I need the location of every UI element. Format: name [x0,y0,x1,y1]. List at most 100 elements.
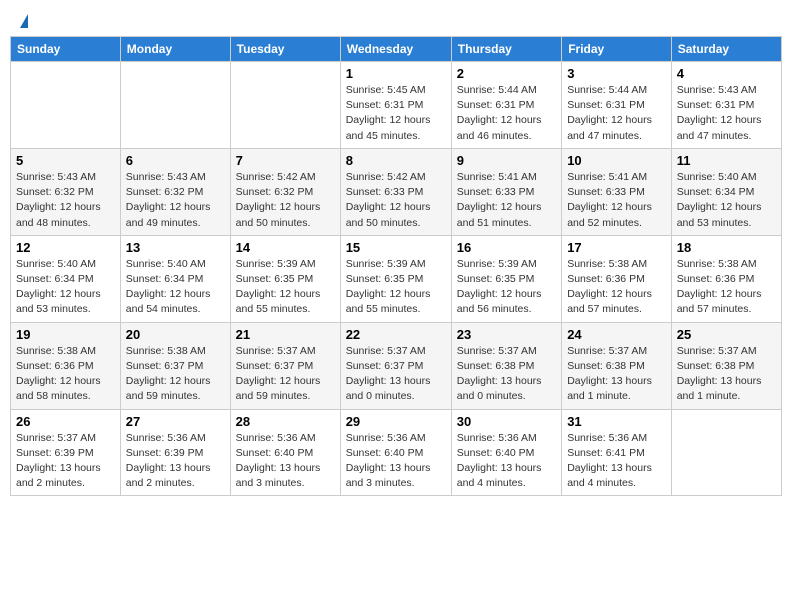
calendar-cell: 30Sunrise: 5:36 AM Sunset: 6:40 PM Dayli… [451,409,561,496]
day-number: 29 [346,414,446,429]
day-info: Sunrise: 5:36 AM Sunset: 6:40 PM Dayligh… [236,431,335,492]
day-number: 31 [567,414,666,429]
day-info: Sunrise: 5:38 AM Sunset: 6:36 PM Dayligh… [16,344,115,405]
calendar-cell: 13Sunrise: 5:40 AM Sunset: 6:34 PM Dayli… [120,235,230,322]
calendar-cell: 1Sunrise: 5:45 AM Sunset: 6:31 PM Daylig… [340,62,451,149]
day-info: Sunrise: 5:39 AM Sunset: 6:35 PM Dayligh… [346,257,446,318]
calendar-cell [11,62,121,149]
day-info: Sunrise: 5:44 AM Sunset: 6:31 PM Dayligh… [457,83,556,144]
day-number: 15 [346,240,446,255]
day-number: 23 [457,327,556,342]
calendar-week-row: 5 Sunrise: 5:43 AM Sunset: 6:32 PM Daylig… [11,148,782,235]
day-info: Sunrise: 5:37 AM Sunset: 6:37 PM Dayligh… [346,344,446,405]
calendar-week-row: 26Sunrise: 5:37 AM Sunset: 6:39 PM Dayli… [11,409,782,496]
day-info: Sunrise: 5:37 AM Sunset: 6:38 PM Dayligh… [457,344,556,405]
calendar-cell [671,409,781,496]
day-number: 1 [346,66,446,81]
col-header-wednesday: Wednesday [340,37,451,62]
calendar-cell: 12 Sunrise: 5:40 AM Sunset: 6:34 PM Dayli… [11,235,121,322]
calendar-cell: 4 Sunrise: 5:43 AM Sunset: 6:31 PM Daylig… [671,62,781,149]
calendar-cell: 29 Sunrise: 5:36 AM Sunset: 6:40 PM Dayli… [340,409,451,496]
calendar-cell: 24 Sunrise: 5:37 AM Sunset: 6:38 PM Dayli… [562,322,672,409]
day-info: Sunrise: 5:42 AM Sunset: 6:32 PM Dayligh… [236,170,335,231]
calendar-cell: 23 Sunrise: 5:37 AM Sunset: 6:38 PM Dayli… [451,322,561,409]
day-number: 28 [236,414,335,429]
calendar-cell: 25 Sunrise: 5:37 AM Sunset: 6:38 PM Dayli… [671,322,781,409]
day-info: Sunrise: 5:43 AM Sunset: 6:32 PM Dayligh… [126,170,225,231]
calendar-cell: 11 Sunrise: 5:40 AM Sunset: 6:34 PM Dayli… [671,148,781,235]
day-info: Sunrise: 5:37 AM Sunset: 6:37 PM Dayligh… [236,344,335,405]
day-number: 2 [457,66,556,81]
calendar-cell: 26Sunrise: 5:37 AM Sunset: 6:39 PM Dayli… [11,409,121,496]
day-number: 17 [567,240,666,255]
day-number: 18 [677,240,776,255]
col-header-sunday: Sunday [11,37,121,62]
day-number: 10 [567,153,666,168]
calendar-cell [120,62,230,149]
day-number: 25 [677,327,776,342]
calendar-cell: 3 Sunrise: 5:44 AM Sunset: 6:31 PM Daylig… [562,62,672,149]
calendar-week-row: 12 Sunrise: 5:40 AM Sunset: 6:34 PM Dayli… [11,235,782,322]
day-number: 21 [236,327,335,342]
day-number: 4 [677,66,776,81]
calendar-cell: 2 Sunrise: 5:44 AM Sunset: 6:31 PM Daylig… [451,62,561,149]
day-info: Sunrise: 5:40 AM Sunset: 6:34 PM Dayligh… [677,170,776,231]
day-info: Sunrise: 5:42 AM Sunset: 6:33 PM Dayligh… [346,170,446,231]
day-info: Sunrise: 5:43 AM Sunset: 6:32 PM Dayligh… [16,170,115,231]
calendar-cell: 27Sunrise: 5:36 AM Sunset: 6:39 PM Dayli… [120,409,230,496]
calendar-cell: 19 Sunrise: 5:38 AM Sunset: 6:36 PM Dayli… [11,322,121,409]
day-info: Sunrise: 5:38 AM Sunset: 6:37 PM Dayligh… [126,344,225,405]
day-info: Sunrise: 5:36 AM Sunset: 6:40 PM Dayligh… [457,431,556,492]
day-number: 22 [346,327,446,342]
page-header [10,10,782,28]
calendar-cell: 7 Sunrise: 5:42 AM Sunset: 6:32 PM Daylig… [230,148,340,235]
calendar-week-row: 19 Sunrise: 5:38 AM Sunset: 6:36 PM Dayli… [11,322,782,409]
day-number: 3 [567,66,666,81]
col-header-saturday: Saturday [671,37,781,62]
day-info: Sunrise: 5:37 AM Sunset: 6:38 PM Dayligh… [567,344,666,405]
day-number: 9 [457,153,556,168]
day-number: 16 [457,240,556,255]
day-number: 19 [16,327,115,342]
day-number: 24 [567,327,666,342]
day-info: Sunrise: 5:44 AM Sunset: 6:31 PM Dayligh… [567,83,666,144]
calendar-table: SundayMondayTuesdayWednesdayThursdayFrid… [10,36,782,496]
calendar-cell: 18 Sunrise: 5:38 AM Sunset: 6:36 PM Dayli… [671,235,781,322]
day-info: Sunrise: 5:40 AM Sunset: 6:34 PM Dayligh… [16,257,115,318]
calendar-cell: 20Sunrise: 5:38 AM Sunset: 6:37 PM Dayli… [120,322,230,409]
day-info: Sunrise: 5:37 AM Sunset: 6:38 PM Dayligh… [677,344,776,405]
day-info: Sunrise: 5:36 AM Sunset: 6:41 PM Dayligh… [567,431,666,492]
calendar-cell: 28 Sunrise: 5:36 AM Sunset: 6:40 PM Dayli… [230,409,340,496]
calendar-header-row: SundayMondayTuesdayWednesdayThursdayFrid… [11,37,782,62]
logo-triangle-icon [20,14,28,28]
calendar-cell: 21 Sunrise: 5:37 AM Sunset: 6:37 PM Dayli… [230,322,340,409]
day-info: Sunrise: 5:36 AM Sunset: 6:40 PM Dayligh… [346,431,446,492]
calendar-cell: 5 Sunrise: 5:43 AM Sunset: 6:32 PM Daylig… [11,148,121,235]
calendar-cell: 31 Sunrise: 5:36 AM Sunset: 6:41 PM Dayli… [562,409,672,496]
day-number: 13 [126,240,225,255]
calendar-week-row: 1Sunrise: 5:45 AM Sunset: 6:31 PM Daylig… [11,62,782,149]
day-info: Sunrise: 5:38 AM Sunset: 6:36 PM Dayligh… [677,257,776,318]
day-info: Sunrise: 5:39 AM Sunset: 6:35 PM Dayligh… [457,257,556,318]
col-header-thursday: Thursday [451,37,561,62]
col-header-monday: Monday [120,37,230,62]
day-number: 6 [126,153,225,168]
day-number: 12 [16,240,115,255]
day-info: Sunrise: 5:38 AM Sunset: 6:36 PM Dayligh… [567,257,666,318]
day-number: 7 [236,153,335,168]
calendar-cell: 22 Sunrise: 5:37 AM Sunset: 6:37 PM Dayli… [340,322,451,409]
day-info: Sunrise: 5:39 AM Sunset: 6:35 PM Dayligh… [236,257,335,318]
day-info: Sunrise: 5:43 AM Sunset: 6:31 PM Dayligh… [677,83,776,144]
calendar-cell: 14 Sunrise: 5:39 AM Sunset: 6:35 PM Dayli… [230,235,340,322]
calendar-cell: 6 Sunrise: 5:43 AM Sunset: 6:32 PM Daylig… [120,148,230,235]
day-info: Sunrise: 5:36 AM Sunset: 6:39 PM Dayligh… [126,431,225,492]
calendar-cell: 17 Sunrise: 5:38 AM Sunset: 6:36 PM Dayli… [562,235,672,322]
day-number: 14 [236,240,335,255]
day-info: Sunrise: 5:41 AM Sunset: 6:33 PM Dayligh… [457,170,556,231]
day-info: Sunrise: 5:41 AM Sunset: 6:33 PM Dayligh… [567,170,666,231]
day-number: 5 [16,153,115,168]
day-number: 11 [677,153,776,168]
calendar-cell [230,62,340,149]
day-info: Sunrise: 5:37 AM Sunset: 6:39 PM Dayligh… [16,431,115,492]
col-header-friday: Friday [562,37,672,62]
